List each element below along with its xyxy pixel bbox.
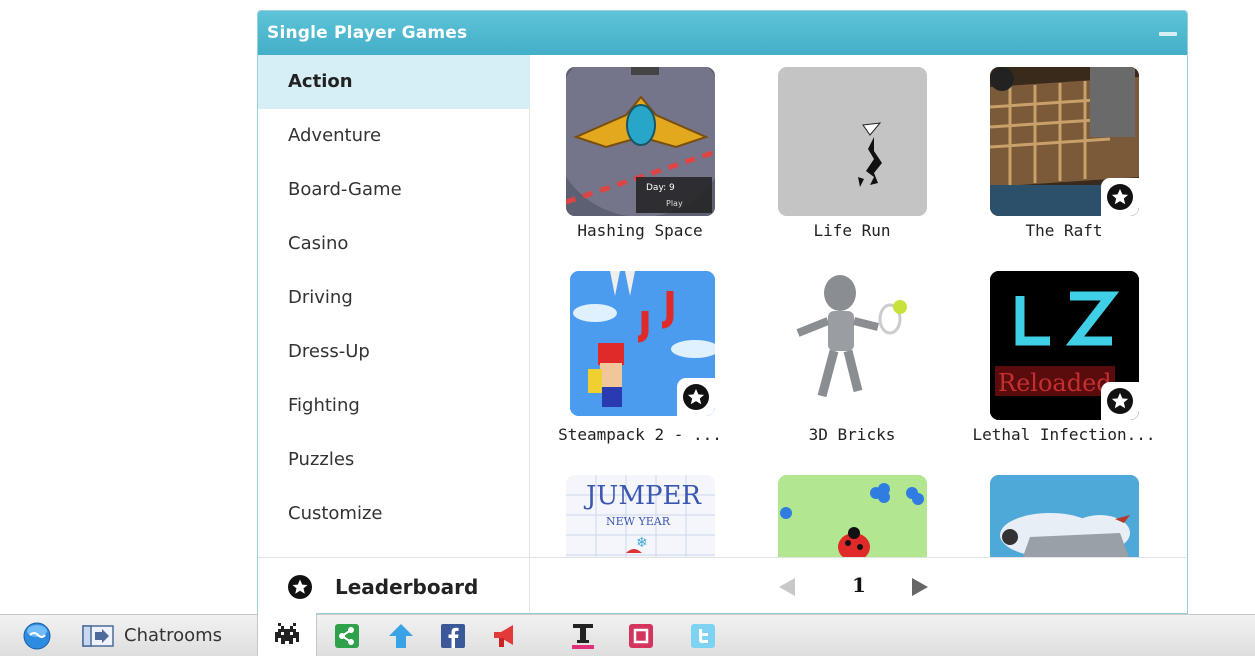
game-thumbnail: ❄ JUMPER NEW YEAR	[566, 475, 715, 557]
game-tile[interactable]: 3D Bricks	[752, 259, 952, 459]
category-action[interactable]: Action	[258, 55, 530, 109]
pagination: 1	[530, 557, 1187, 613]
text-style-icon[interactable]	[570, 623, 596, 651]
category-board-game[interactable]: Board-Game	[258, 163, 530, 217]
game-tile[interactable]	[752, 463, 952, 557]
panel-header: Single Player Games	[258, 11, 1187, 55]
thumb-play-text: Play	[666, 199, 683, 208]
category-sidebar: Action Adventure Board-Game Casino Drivi…	[258, 55, 530, 613]
current-page-number[interactable]: 1	[852, 573, 866, 597]
previous-page-icon[interactable]	[775, 576, 797, 598]
panel-title: Single Player Games	[267, 23, 468, 43]
leaderboard-button[interactable]: Leaderboard	[258, 557, 530, 613]
svg-text:Reloaded: Reloaded	[998, 369, 1112, 397]
game-tile[interactable]: Steampack 2 - ...	[540, 259, 740, 459]
star-icon	[683, 384, 709, 410]
thumb-title-text: JUMPER	[586, 481, 702, 511]
game-name: Hashing Space	[577, 221, 703, 240]
upload-icon[interactable]	[388, 623, 414, 649]
minimize-button[interactable]	[1159, 32, 1177, 36]
game-thumbnail: Day: 9 Play	[566, 67, 715, 216]
category-customize[interactable]: Customize	[258, 487, 530, 541]
games-icon	[275, 623, 299, 644]
next-page-icon[interactable]	[910, 576, 932, 598]
bottom-toolbar: Chatrooms	[0, 613, 1255, 656]
category-puzzles[interactable]: Puzzles	[258, 433, 530, 487]
games-grid: Day: 9 Play Hashing Space Life Run The R…	[530, 55, 1187, 557]
star-icon	[288, 575, 312, 599]
category-adventure[interactable]: Adventure	[258, 109, 530, 163]
svg-text:❄: ❄	[636, 535, 648, 551]
star-icon	[1107, 388, 1133, 414]
leaderboard-badge	[1101, 382, 1139, 420]
star-icon	[1107, 184, 1133, 210]
category-driving[interactable]: Driving	[258, 271, 530, 325]
game-thumbnail	[990, 475, 1139, 557]
game-thumbnail	[990, 67, 1139, 216]
game-thumbnail	[778, 475, 927, 557]
game-thumbnail	[778, 67, 927, 216]
game-tile[interactable]	[964, 463, 1164, 557]
window-icon[interactable]	[628, 623, 654, 649]
game-thumbnail	[570, 271, 715, 416]
game-tile[interactable]: ❄ JUMPER NEW YEAR	[540, 463, 740, 557]
share-icon[interactable]	[334, 623, 360, 649]
announce-icon[interactable]	[491, 623, 519, 649]
game-name: 3D Bricks	[808, 425, 896, 444]
thumb-day-text: Day: 9	[646, 183, 675, 193]
game-tile[interactable]: The Raft	[964, 55, 1164, 255]
category-fighting[interactable]: Fighting	[258, 379, 530, 433]
chatrooms-icon	[82, 625, 114, 647]
category-casino[interactable]: Casino	[258, 217, 530, 271]
single-player-games-panel: Single Player Games Action Adventure Boa…	[257, 10, 1188, 614]
leaderboard-badge	[1101, 178, 1139, 216]
game-name: Steampack 2 - ...	[558, 425, 722, 444]
category-dress-up[interactable]: Dress-Up	[258, 325, 530, 379]
game-name: Lethal Infection...	[972, 425, 1156, 444]
game-tile[interactable]: Day: 9 Play Hashing Space	[540, 55, 740, 255]
thumb-subtitle-text: NEW YEAR	[606, 515, 670, 528]
leaderboard-badge	[677, 378, 715, 416]
game-name: Life Run	[813, 221, 891, 240]
leaderboard-label: Leaderboard	[335, 575, 479, 599]
globe-icon[interactable]	[22, 621, 52, 651]
twitter-icon[interactable]	[690, 623, 716, 649]
facebook-icon[interactable]	[440, 623, 466, 649]
game-thumbnail: Reloaded	[990, 271, 1139, 420]
chatrooms-label: Chatrooms	[124, 625, 223, 646]
game-tile[interactable]: Reloaded Lethal Infection...	[964, 259, 1164, 459]
game-tile[interactable]: Life Run	[752, 55, 952, 255]
game-thumbnail	[778, 271, 927, 420]
game-name: The Raft	[1025, 221, 1103, 240]
games-tab[interactable]	[257, 613, 317, 656]
